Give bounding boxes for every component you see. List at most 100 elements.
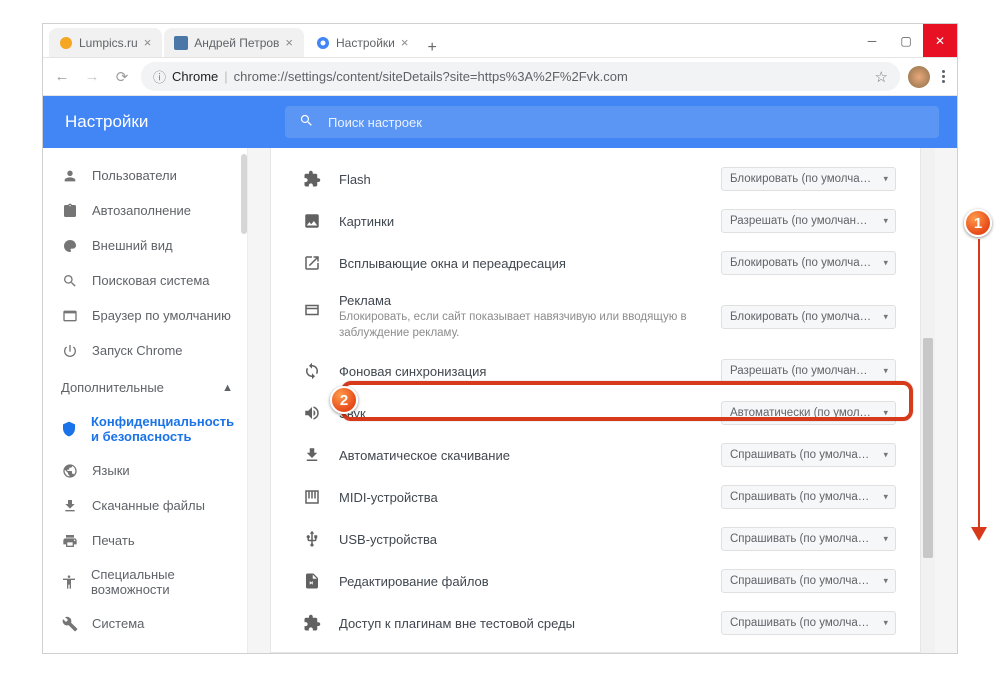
tab-vk[interactable]: Андрей Петров × (164, 28, 304, 57)
browser-icon (61, 307, 78, 324)
wrench-icon (61, 615, 78, 632)
sidebar-item-print[interactable]: Печать (43, 523, 247, 558)
perm-select-midi[interactable]: Спрашивать (по умолчанию) (721, 485, 896, 509)
perm-select-usb[interactable]: Спрашивать (по умолчанию) (721, 527, 896, 551)
kebab-menu-icon[interactable] (938, 70, 949, 83)
perm-label: Фоновая синхронизация (339, 364, 486, 379)
power-icon (61, 342, 78, 359)
perm-select-plugins[interactable]: Спрашивать (по умолчанию) (721, 611, 896, 635)
perm-row-file-edit: Редактирование файлов Спрашивать (по умо… (271, 560, 920, 602)
perm-select-popups[interactable]: Блокировать (по умолчанию) (721, 251, 896, 275)
sync-icon (303, 362, 321, 380)
perm-select-flash[interactable]: Блокировать (по умолчанию) (721, 167, 896, 191)
sidebar-item-label: Конфиденциальность и безопасность (91, 414, 239, 444)
favicon-lumpics (59, 36, 73, 50)
sidebar-item-appearance[interactable]: Внешний вид (43, 228, 247, 263)
ads-icon (303, 301, 321, 319)
perm-row-background-sync: Фоновая синхронизация Разрешать (по умол… (271, 350, 920, 392)
popup-icon (303, 254, 321, 272)
sidebar-item-privacy-security[interactable]: Конфиденциальность и безопасность (43, 405, 247, 453)
callout-badge-2: 2 (330, 386, 358, 414)
sidebar-item-languages[interactable]: Языки (43, 453, 247, 488)
site-info-icon[interactable]: ⓘ (153, 67, 166, 86)
perm-row-sound: Звук Автоматически (по умолчан (271, 392, 920, 434)
sidebar-item-label: Внешний вид (92, 238, 173, 253)
sound-icon (303, 404, 321, 422)
maximize-button[interactable]: ▢ (889, 24, 923, 57)
sidebar-item-search-engine[interactable]: Поисковая система (43, 263, 247, 298)
address-bar[interactable]: ⓘ Chrome | chrome://settings/content/sit… (141, 62, 900, 91)
perm-row-ads: Реклама Блокировать, если сайт показывае… (271, 284, 920, 350)
perm-select-fileedit[interactable]: Спрашивать (по умолчанию) (721, 569, 896, 593)
perm-label: Реклама (339, 293, 391, 308)
sidebar-item-label: Браузер по умолчанию (92, 308, 231, 323)
sidebar-item-label: Запуск Chrome (92, 343, 183, 358)
sidebar-item-label: Печать (92, 533, 135, 548)
search-icon (299, 113, 314, 131)
search-placeholder: Поиск настроек (328, 115, 422, 130)
palette-icon (61, 237, 78, 254)
window-close-button[interactable]: ✕ (923, 24, 957, 57)
perm-select-ads[interactable]: Блокировать (по умолчанию) (721, 305, 896, 329)
close-icon[interactable]: × (401, 35, 409, 50)
back-button[interactable]: ← (51, 66, 73, 88)
sidebar-item-on-startup[interactable]: Запуск Chrome (43, 333, 247, 368)
file-edit-icon (303, 572, 321, 590)
midi-icon (303, 488, 321, 506)
sidebar-item-label: Поисковая система (92, 273, 210, 288)
close-icon[interactable]: × (144, 35, 152, 50)
sidebar-item-downloads[interactable]: Скачанные файлы (43, 488, 247, 523)
globe-icon (61, 462, 78, 479)
tab-lumpics[interactable]: Lumpics.ru × (49, 28, 162, 57)
minimize-button[interactable]: ─ (855, 24, 889, 57)
perm-label: Картинки (339, 214, 394, 229)
annotation-arrow (978, 239, 980, 539)
favicon-settings (316, 36, 330, 50)
perm-label: Редактирование файлов (339, 574, 489, 589)
chevron-up-icon: ▲ (222, 382, 233, 394)
perm-select-images[interactable]: Разрешать (по умолчанию) (721, 209, 896, 233)
person-icon (61, 167, 78, 184)
tab-settings[interactable]: Настройки × (306, 28, 419, 57)
scrollbar-thumb[interactable] (923, 338, 933, 558)
perm-select-sound[interactable]: Автоматически (по умолчан (721, 401, 896, 425)
search-icon (61, 272, 78, 289)
browser-window: Lumpics.ru × Андрей Петров × Настройки ×… (42, 23, 958, 654)
profile-avatar[interactable] (908, 66, 930, 88)
perm-label: MIDI-устройства (339, 490, 438, 505)
settings-search[interactable]: Поиск настроек (285, 106, 939, 138)
perm-row-images: Картинки Разрешать (по умолчанию) (271, 200, 920, 242)
perm-select-sync[interactable]: Разрешать (по умолчанию) (721, 359, 896, 383)
sidebar-item-default-browser[interactable]: Браузер по умолчанию (43, 298, 247, 333)
perm-label: Flash (339, 172, 371, 187)
perm-row-usb: USB-устройства Спрашивать (по умолчанию) (271, 518, 920, 560)
clipboard-icon (61, 202, 78, 219)
perm-row-midi: MIDI-устройства Спрашивать (по умолчанию… (271, 476, 920, 518)
content-scrollbar[interactable] (921, 148, 935, 653)
tab-label: Lumpics.ru (79, 36, 138, 50)
perm-row-auto-download: Автоматическое скачивание Спрашивать (по… (271, 434, 920, 476)
sidebar-item-system[interactable]: Система (43, 606, 247, 641)
sidebar-item-autofill[interactable]: Автозаполнение (43, 193, 247, 228)
perm-select-autodownload[interactable]: Спрашивать (по умолчанию) (721, 443, 896, 467)
forward-button[interactable]: → (81, 66, 103, 88)
address-scheme: Chrome (172, 69, 218, 84)
new-tab-button[interactable]: + (419, 39, 444, 57)
print-icon (61, 532, 78, 549)
perm-row-unsandboxed-plugins: Доступ к плагинам вне тестовой среды Спр… (271, 602, 920, 644)
callout-badge-1: 1 (964, 209, 992, 237)
bookmark-icon[interactable]: ☆ (875, 68, 888, 86)
image-icon (303, 212, 321, 230)
reload-button[interactable]: ⟳ (111, 66, 133, 88)
section-label: Дополнительные (61, 380, 164, 395)
toolbar: ← → ⟳ ⓘ Chrome | chrome://settings/conte… (43, 58, 957, 96)
puzzle-icon (303, 170, 321, 188)
address-text: chrome://settings/content/siteDetails?si… (234, 69, 869, 84)
scrollbar-thumb[interactable] (241, 154, 247, 234)
sidebar-item-users[interactable]: Пользователи (43, 158, 247, 193)
tab-label: Настройки (336, 36, 395, 50)
download-icon (303, 446, 321, 464)
sidebar-section-advanced[interactable]: Дополнительные ▲ (43, 368, 247, 405)
sidebar-item-accessibility[interactable]: Специальные возможности (43, 558, 247, 606)
close-icon[interactable]: × (285, 35, 293, 50)
